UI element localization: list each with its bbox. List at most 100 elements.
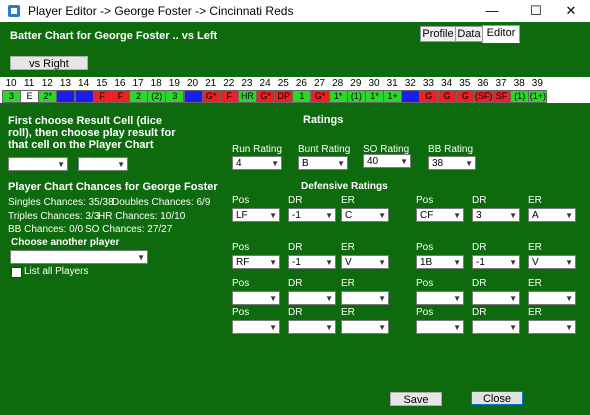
chevron-down-icon: ▼ xyxy=(509,323,517,332)
result-cell[interactable]: G xyxy=(437,90,457,103)
result-cell[interactable]: DP xyxy=(274,90,294,103)
dr-label: DR xyxy=(472,278,487,289)
pos-value: LF xyxy=(236,210,248,221)
result-cell[interactable]: F xyxy=(92,90,112,103)
dr-select[interactable]: -1 ▼ xyxy=(288,208,336,222)
play-result-select[interactable]: ▼ xyxy=(78,157,128,171)
er-value: V xyxy=(532,257,539,268)
title-bar: Player Editor -> George Foster -> Cincin… xyxy=(0,0,590,23)
pos-select[interactable]: ▼ xyxy=(416,291,464,305)
er-value: C xyxy=(345,210,353,221)
tab-profile[interactable]: Profile xyxy=(420,26,456,42)
run-rating-select[interactable]: 4 ▼ xyxy=(232,156,282,170)
pos-select[interactable]: ▼ xyxy=(232,291,280,305)
result-cell[interactable]: G* xyxy=(310,90,330,103)
result-cell[interactable]: 1 xyxy=(292,90,312,103)
result-cell[interactable]: (1) xyxy=(510,90,530,103)
dice-number: 34 xyxy=(441,78,453,89)
result-cell[interactable]: HR xyxy=(237,90,257,103)
pos-label: Pos xyxy=(232,195,250,206)
close-button[interactable]: Close xyxy=(471,391,523,405)
result-cell[interactable]: F xyxy=(110,90,130,103)
result-cell[interactable]: F xyxy=(219,90,239,103)
dr-select[interactable]: ▼ xyxy=(288,320,336,334)
result-cell[interactable]: G* xyxy=(201,90,221,103)
save-button[interactable]: Save xyxy=(390,392,442,406)
dice-number: 16 xyxy=(114,78,126,89)
pos-label: Pos xyxy=(232,242,250,253)
minimize-button[interactable]: — xyxy=(470,0,514,22)
result-cell[interactable]: 2 xyxy=(129,90,149,103)
result-cell[interactable]: 2* xyxy=(38,90,58,103)
result-cell[interactable]: G xyxy=(455,90,475,103)
dr-label: DR xyxy=(288,195,303,206)
dr-select[interactable]: 3 ▼ xyxy=(472,208,520,222)
choose-player-label: Choose another player xyxy=(11,237,120,248)
chevron-down-icon: ▼ xyxy=(565,211,573,220)
dice-number: 23 xyxy=(241,78,253,89)
pos-select[interactable]: ▼ xyxy=(416,320,464,334)
result-cell[interactable]: 1* xyxy=(328,90,348,103)
er-select[interactable]: ▼ xyxy=(528,291,576,305)
pos-select[interactable]: 1B ▼ xyxy=(416,255,464,269)
pos-select[interactable]: ▼ xyxy=(232,320,280,334)
result-cell[interactable]: SF xyxy=(492,90,512,103)
result-cell[interactable]: (2) xyxy=(147,90,167,103)
list-all-checkbox[interactable] xyxy=(11,267,22,278)
close-window-button[interactable]: ✕ xyxy=(552,0,590,22)
result-cell[interactable]: 3 xyxy=(165,90,185,103)
result-cell[interactable]: 1* xyxy=(365,90,384,103)
result-cell[interactable]: (SF) xyxy=(473,90,493,103)
er-select[interactable]: ▼ xyxy=(341,320,389,334)
player-select[interactable]: ▼ xyxy=(10,250,148,264)
dice-number: 21 xyxy=(205,78,217,89)
dr-select[interactable]: -1 ▼ xyxy=(288,255,336,269)
er-select[interactable]: ▼ xyxy=(528,320,576,334)
pos-select[interactable]: LF ▼ xyxy=(232,208,280,222)
chevron-down-icon: ▼ xyxy=(453,211,461,220)
er-label: ER xyxy=(341,195,355,206)
result-cell[interactable]: G* xyxy=(256,90,276,103)
chevron-down-icon: ▼ xyxy=(325,323,333,332)
tab-editor[interactable]: Editor xyxy=(482,25,520,43)
result-cell[interactable]: (1+) xyxy=(528,90,548,103)
chevron-down-icon: ▼ xyxy=(378,211,386,220)
result-cell[interactable]: 1+ xyxy=(383,90,403,103)
dice-number: 29 xyxy=(350,78,362,89)
er-select[interactable]: V ▼ xyxy=(528,255,576,269)
result-cell[interactable] xyxy=(183,90,203,103)
result-cell-select[interactable]: ▼ xyxy=(8,157,68,171)
app-icon xyxy=(8,5,20,17)
result-cell[interactable] xyxy=(56,90,76,103)
result-cell[interactable]: 3 xyxy=(2,90,21,103)
er-select[interactable]: A ▼ xyxy=(528,208,576,222)
dr-select[interactable]: ▼ xyxy=(472,291,520,305)
so-rating-select[interactable]: 40 ▼ xyxy=(363,154,411,168)
er-select[interactable]: ▼ xyxy=(341,291,389,305)
dr-label: DR xyxy=(288,307,303,318)
batter-chart-grid: 10 11 12 13 14 15 16 17 18 19 20 21 22 23 24 25 26 27 28 29… xyxy=(0,77,590,103)
chevron-down-icon: ▼ xyxy=(378,323,386,332)
result-cell[interactable]: (1) xyxy=(346,90,366,103)
dice-number: 35 xyxy=(459,78,471,89)
result-cell[interactable]: G xyxy=(419,90,439,103)
result-cell[interactable] xyxy=(401,90,421,103)
dr-select[interactable]: ▼ xyxy=(288,291,336,305)
chevron-down-icon: ▼ xyxy=(453,323,461,332)
doubles-chances: Doubles Chances: 6/9 xyxy=(112,197,211,208)
er-label: ER xyxy=(528,278,542,289)
pos-select[interactable]: RF ▼ xyxy=(232,255,280,269)
result-cell[interactable]: E xyxy=(20,90,40,103)
bb-rating-select[interactable]: 38 ▼ xyxy=(428,156,476,170)
vs-right-button[interactable]: vs Right xyxy=(10,56,88,70)
tab-data[interactable]: Data xyxy=(455,26,483,42)
dr-select[interactable]: ▼ xyxy=(472,320,520,334)
bunt-rating-select[interactable]: B ▼ xyxy=(298,156,348,170)
result-cell[interactable] xyxy=(74,90,94,103)
dr-label: DR xyxy=(472,242,487,253)
dr-select[interactable]: -1 ▼ xyxy=(472,255,520,269)
er-label: ER xyxy=(341,242,355,253)
pos-select[interactable]: CF ▼ xyxy=(416,208,464,222)
er-select[interactable]: V ▼ xyxy=(341,255,389,269)
er-select[interactable]: C ▼ xyxy=(341,208,389,222)
